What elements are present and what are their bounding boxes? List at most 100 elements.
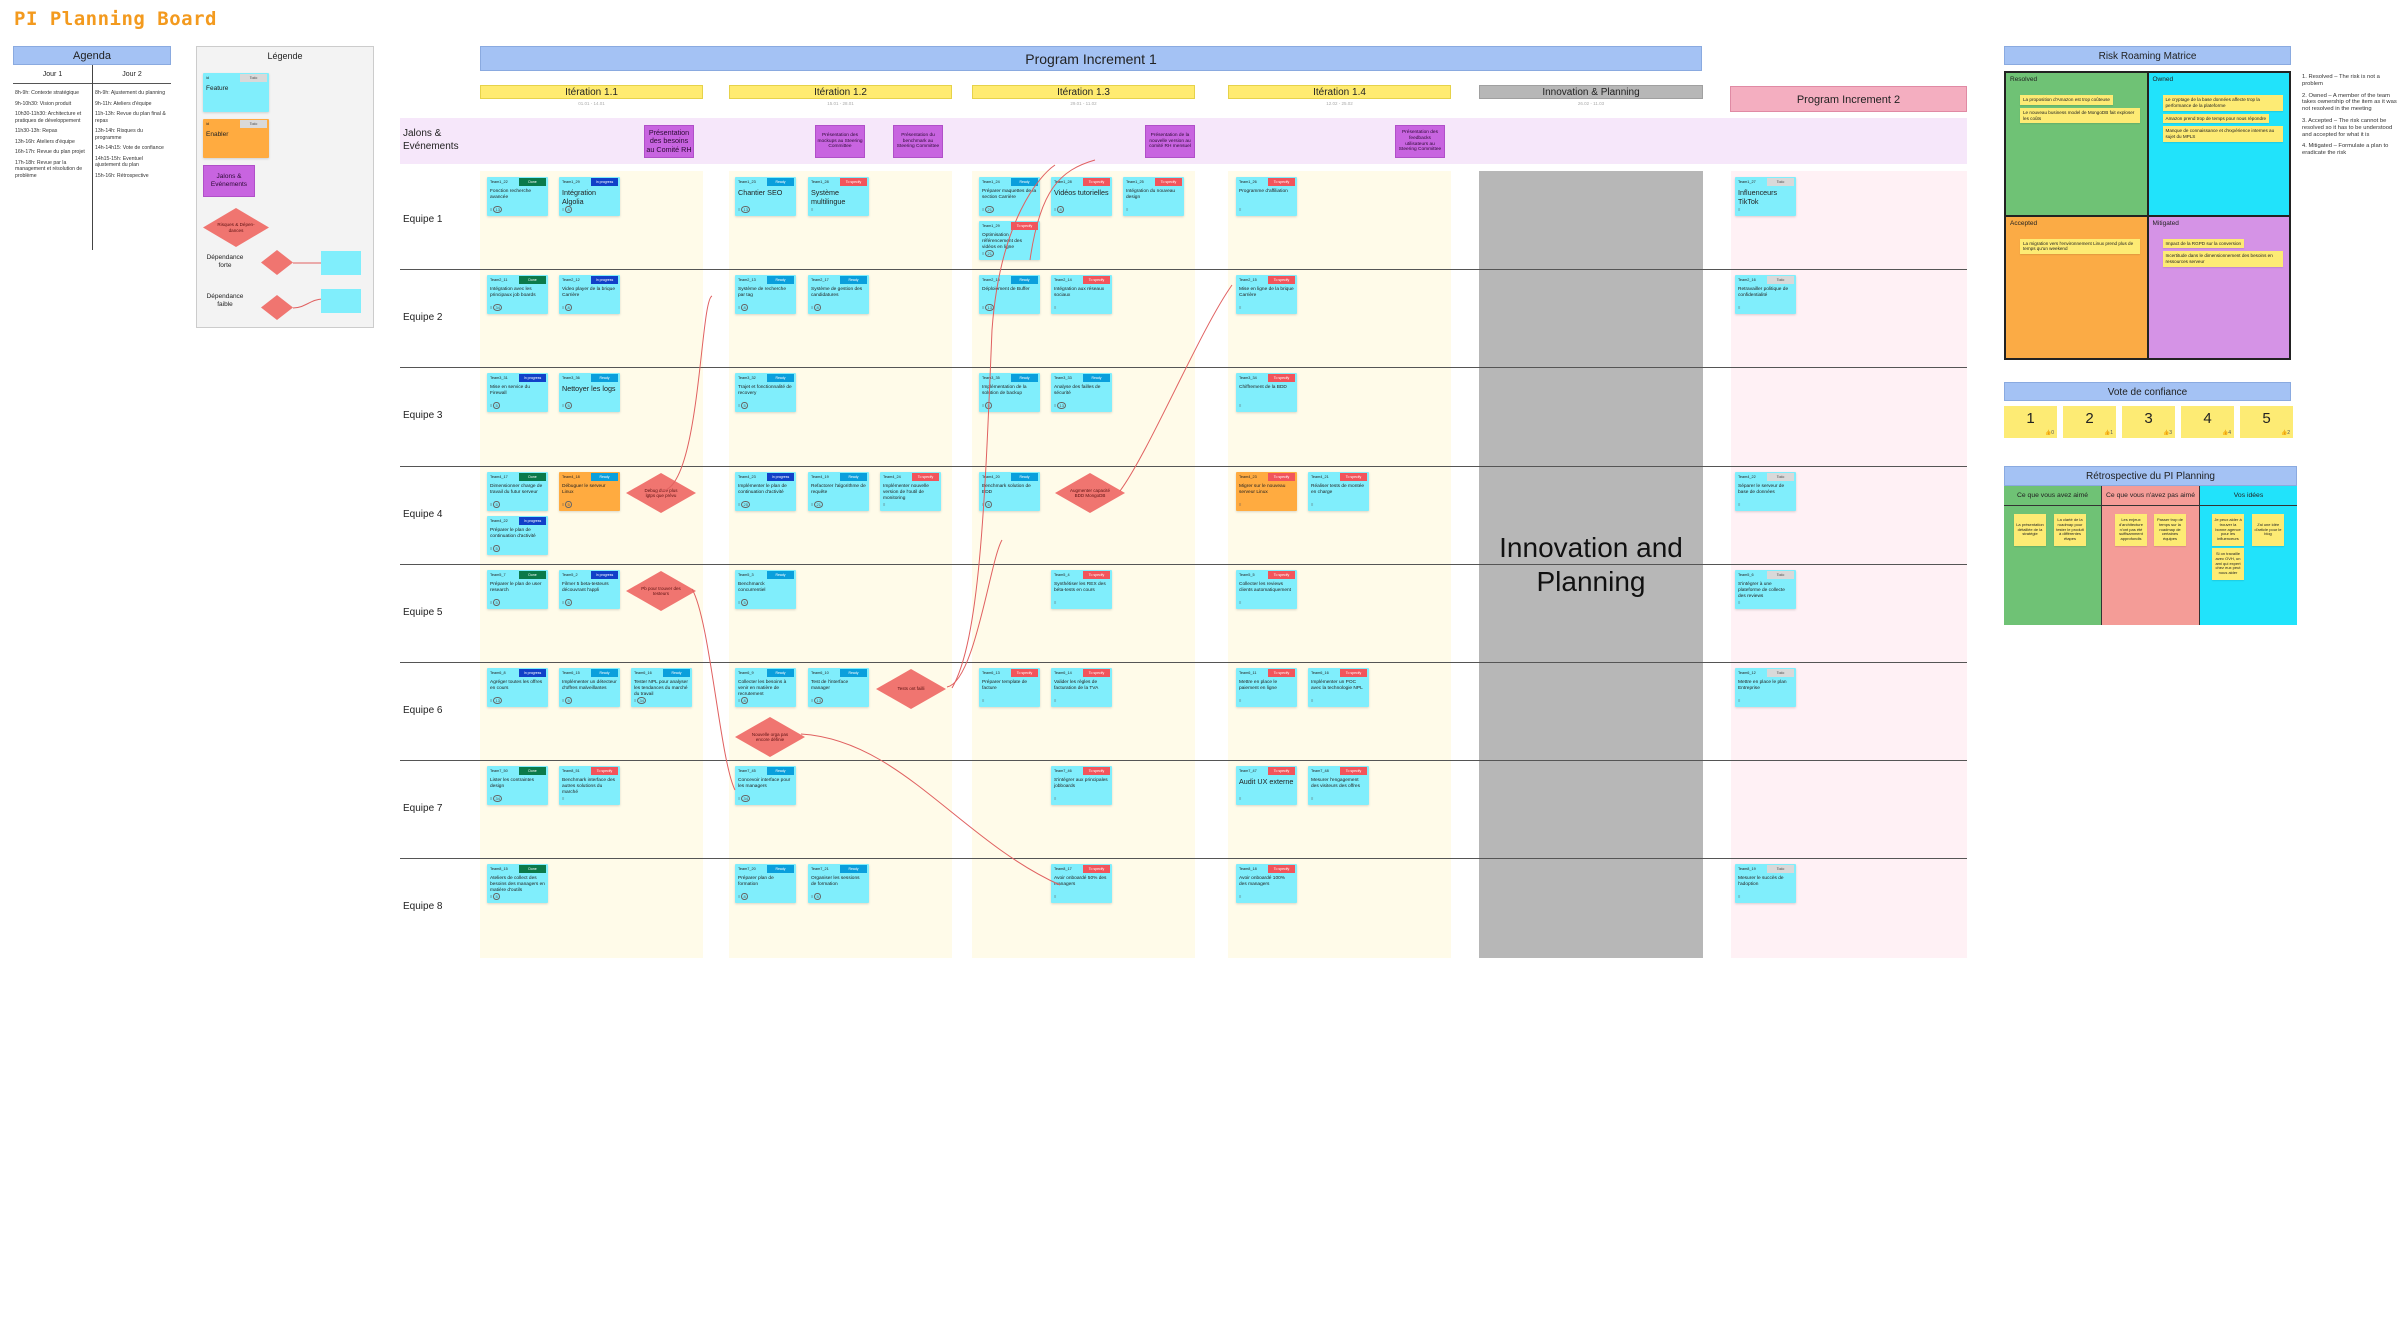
risk-note[interactable]: La proposition d'Amazon est trop coûteus…	[2020, 95, 2113, 105]
vote-option[interactable]: 5 👍2	[2240, 406, 2293, 438]
retro-note[interactable]: Si on travaille avec OVH, un ami qui exp…	[2212, 548, 2244, 580]
risk-note[interactable]: Impact de la RGPD sur la conversion	[2162, 238, 2245, 249]
risk-diamond[interactable]: Nouvelle orga pas encore définie	[735, 717, 805, 757]
vote-option[interactable]: 3 👍3	[2122, 406, 2175, 438]
feature-card[interactable]: Team4_20 Ready Benchmark solution de BDD ≡ …	[979, 472, 1040, 511]
risk-diamond[interactable]: Tests ont failli	[876, 669, 946, 709]
risk-note[interactable]: Le nouveau business model de MongoDB fai…	[2020, 107, 2140, 124]
feature-card[interactable]: Team7_50 Done Lister les contraintes desig…	[487, 766, 548, 805]
retro-note[interactable]: La clarté de la roadmap pour tester le p…	[2054, 514, 2086, 546]
vote-option[interactable]: 2 👍1	[2063, 406, 2116, 438]
status-badge: In progress	[519, 669, 546, 677]
feature-card[interactable]: Team2_15 To specify Mise en ligne de la br…	[1236, 275, 1297, 314]
feature-card[interactable]: Team1_29 In progress Intégration Algolia ≡ …	[559, 177, 620, 216]
feature-card[interactable]: Team7_21 Ready Organiser les sessions de f…	[808, 864, 869, 903]
risk-note[interactable]: Le cryptage de la base données affecte t…	[2162, 95, 2283, 111]
retro-note[interactable]: J'ai une idée d'article pour le blog	[2252, 514, 2284, 546]
feature-card[interactable]: Team7_46 To specify S'intégrer aux princip…	[1051, 766, 1112, 805]
milestone-card[interactable]: Présentation de la nouvelle version au c…	[1145, 125, 1195, 158]
milestone-card[interactable]: Présentation des besoins au Comité RH	[644, 125, 694, 158]
feature-card[interactable]: Team7_47 To specify Audit UX externe ≡	[1236, 766, 1297, 805]
feature-card[interactable]: Team5_5 To specify Collecter les reviews c…	[1236, 570, 1297, 609]
card-id: Team6_14	[1054, 671, 1072, 675]
feature-card[interactable]: Team6_10 Ready Test de l'interface manager…	[808, 668, 869, 707]
feature-card[interactable]: Team2_14 To specify Intégration aux réseau…	[1051, 275, 1112, 314]
feature-card[interactable]: Team8_17 To specify Avoir onboardé 50% des…	[1051, 864, 1112, 903]
feature-card[interactable]: Team3_31 In progress Mise en service du Fi…	[487, 373, 548, 412]
feature-card[interactable]: Team4_23 In progress Implémenter le plan d…	[735, 472, 796, 511]
feature-card[interactable]: Team6_16 Ready Tester NPL pour analyser le…	[631, 668, 692, 707]
feature-card[interactable]: Team2_13 Ready Système de recherche par ta…	[735, 275, 796, 314]
risk-diamond[interactable]: Augmenter capacité BDD MongoDB	[1055, 473, 1125, 513]
feature-card[interactable]: Team6_9 Ready Collecter les besoins à veni…	[735, 668, 796, 707]
feature-card[interactable]: Team8_51 To specify Benchmark interface de…	[559, 766, 620, 805]
card-title: Video player de la brique Carrière	[562, 287, 615, 298]
vote-option[interactable]: 4 👍4	[2181, 406, 2234, 438]
feature-card[interactable]: Team5_2 In progress Filmer 5 beta-testeurs…	[559, 570, 620, 609]
feature-card[interactable]: Team4_21 To specify Réaliser tests de mont…	[1308, 472, 1369, 511]
feature-card[interactable]: Team5_4 To specify Synthétiser les REX des…	[1051, 570, 1112, 609]
risk-diamond[interactable]: Debug dure plus lgtps que prévu	[626, 473, 696, 513]
feature-card[interactable]: Team8_18 To specify Avoir onboardé 100% de…	[1236, 864, 1297, 903]
feature-card[interactable]: Team3_33 Ready Analyse des failles de sécu…	[1051, 373, 1112, 412]
feature-card[interactable]: Team4_22 In progress Préparer le plan de c…	[487, 516, 548, 555]
feature-card[interactable]: Team4_22 Todo Séparer le serveur de base d…	[1735, 472, 1796, 511]
feature-card[interactable]: Team2_17 Ready Système de gestion des cand…	[808, 275, 869, 314]
feature-card[interactable]: Team2_16 Todo Retravailler politique de co…	[1735, 275, 1796, 314]
quadrant-label: Mitigated	[2152, 219, 2179, 227]
retro-note[interactable]: Passer trop de temps sur la roadmap de c…	[2154, 514, 2186, 546]
retro-note[interactable]: Je peux aider à trouver la bonne agence …	[2212, 514, 2244, 546]
feature-card[interactable]: Team1_24 Ready Préparer maquettes de la se…	[979, 177, 1040, 216]
legend-feature-card[interactable]: id Todo Feature	[203, 73, 269, 112]
feature-card[interactable]: Team4_17 Done Dimensionner charge de trava…	[487, 472, 548, 511]
feature-card[interactable]: Team1_29 To specify Optimisation référence…	[979, 221, 1040, 260]
feature-card[interactable]: Team5_3 Ready Benchmarck concurrentiel ≡ 5	[735, 570, 796, 609]
feature-card[interactable]: Team3_32 Ready Trajet et fonctionnalité de…	[735, 373, 796, 412]
retro-note[interactable]: La présentation détaillée de la stratégi…	[2014, 514, 2046, 546]
feature-card[interactable]: Team1_23 Ready Chantier SEO ≡ 13	[735, 177, 796, 216]
milestone-card[interactable]: Présentation des feedbacks utilisateurs …	[1395, 125, 1445, 158]
feature-card[interactable]: Team6_12 Todo Mettre en place le plan Entr…	[1735, 668, 1796, 707]
feature-card[interactable]: Team3_34 To specify Chiffrement de la BDD ≡	[1236, 373, 1297, 412]
milestone-card[interactable]: Présentation du benchmark au Steering Co…	[893, 125, 943, 158]
feature-card[interactable]: Team4_18 Ready Débuguer le serveur Linux ≡ …	[559, 472, 620, 511]
feature-card[interactable]: Team7_48 To specify Mesurer l'engagement d…	[1308, 766, 1369, 805]
feature-card[interactable]: Team1_25 To specify Intégration du nouveau…	[1123, 177, 1184, 216]
vote-label: 4	[2203, 410, 2212, 427]
vote-option[interactable]: 1 👍0	[2004, 406, 2057, 438]
feature-card[interactable]: Team2_15 Ready Déploiement de Buffer ≡ 13	[979, 275, 1040, 314]
feature-card[interactable]: Team6_11 To specify Mettre en place le pai…	[1236, 668, 1297, 707]
feature-card[interactable]: Team1_28 To specify Système multilingue ≡	[808, 177, 869, 216]
feature-card[interactable]: Team1_28 To specify Vidéos tutorielles ≡ 8	[1051, 177, 1112, 216]
risk-note[interactable]: Manque de connaissance et d'expérience i…	[2162, 126, 2283, 142]
feature-card[interactable]: Team4_23 To specify Migrer sur le nouveau …	[1236, 472, 1297, 511]
risk-note[interactable]: Amazon prend trop de temps pour nous rép…	[2162, 113, 2270, 124]
risk-diamond[interactable]: Pb pour trouver des testeurs	[626, 571, 696, 611]
feature-card[interactable]: Team8_15 Done Ateliers de collect des beso…	[487, 864, 548, 903]
feature-card[interactable]: Team7_20 Ready Préparer plan de formation ≡…	[735, 864, 796, 903]
feature-card[interactable]: Team2_11 Done Intégration avec les princip…	[487, 275, 548, 314]
risk-note[interactable]: Incertitude dans le dimensionnement des …	[2162, 251, 2283, 267]
feature-card[interactable]: Team5_7 Done Préparer le plan de user rese…	[487, 570, 548, 609]
feature-card[interactable]: Team2_12 In progress Video player de la br…	[559, 275, 620, 314]
legend-enabler-card[interactable]: id Todo Enabler	[203, 119, 269, 158]
feature-card[interactable]: Team1_22 Done Fonction recherche avancée ≡ …	[487, 177, 548, 216]
feature-card[interactable]: Team4_24 To specify Implémenter nouvelle v…	[880, 472, 941, 511]
card-id: Team8_51	[562, 769, 580, 773]
feature-card[interactable]: Team6_8 In progress Agréger toutes les off…	[487, 668, 548, 707]
milestone-card[interactable]: Présentation des mockups au Steering Com…	[815, 125, 865, 158]
feature-card[interactable]: Team4_19 Ready Refactorer l'algorithme de …	[808, 472, 869, 511]
feature-card[interactable]: Team5_6 Todo S'intégrer à une plateforme d…	[1735, 570, 1796, 609]
risk-note[interactable]: La migration vers l'environnement Linux …	[2020, 238, 2140, 255]
feature-card[interactable]: Team3_35 Ready Implémentation de la soluti…	[979, 373, 1040, 412]
feature-card[interactable]: Team8_19 Todo Mesurer le succès de l'adopt…	[1735, 864, 1796, 903]
feature-card[interactable]: Team6_14 To specify Valider les règles de …	[1051, 668, 1112, 707]
feature-card[interactable]: Team6_15 Ready Implémenter un détecteur d'…	[559, 668, 620, 707]
feature-card[interactable]: Team3_36 Ready Nettoyer les logs ≡ 5	[559, 373, 620, 412]
feature-card[interactable]: Team6_16 To specify Implémenter un POC ave…	[1308, 668, 1369, 707]
feature-card[interactable]: Team6_13 To specify Préparer template de f…	[979, 668, 1040, 707]
retro-note[interactable]: Les enjeux d'architecture n'ont pas été …	[2115, 514, 2147, 546]
feature-card[interactable]: Team1_27 Todo Influenceurs TikTok ≡	[1735, 177, 1796, 216]
feature-card[interactable]: Team1_26 To specify Programme d'affiliatio…	[1236, 177, 1297, 216]
feature-card[interactable]: Team7_45 Ready Concevoir interface pour le…	[735, 766, 796, 805]
